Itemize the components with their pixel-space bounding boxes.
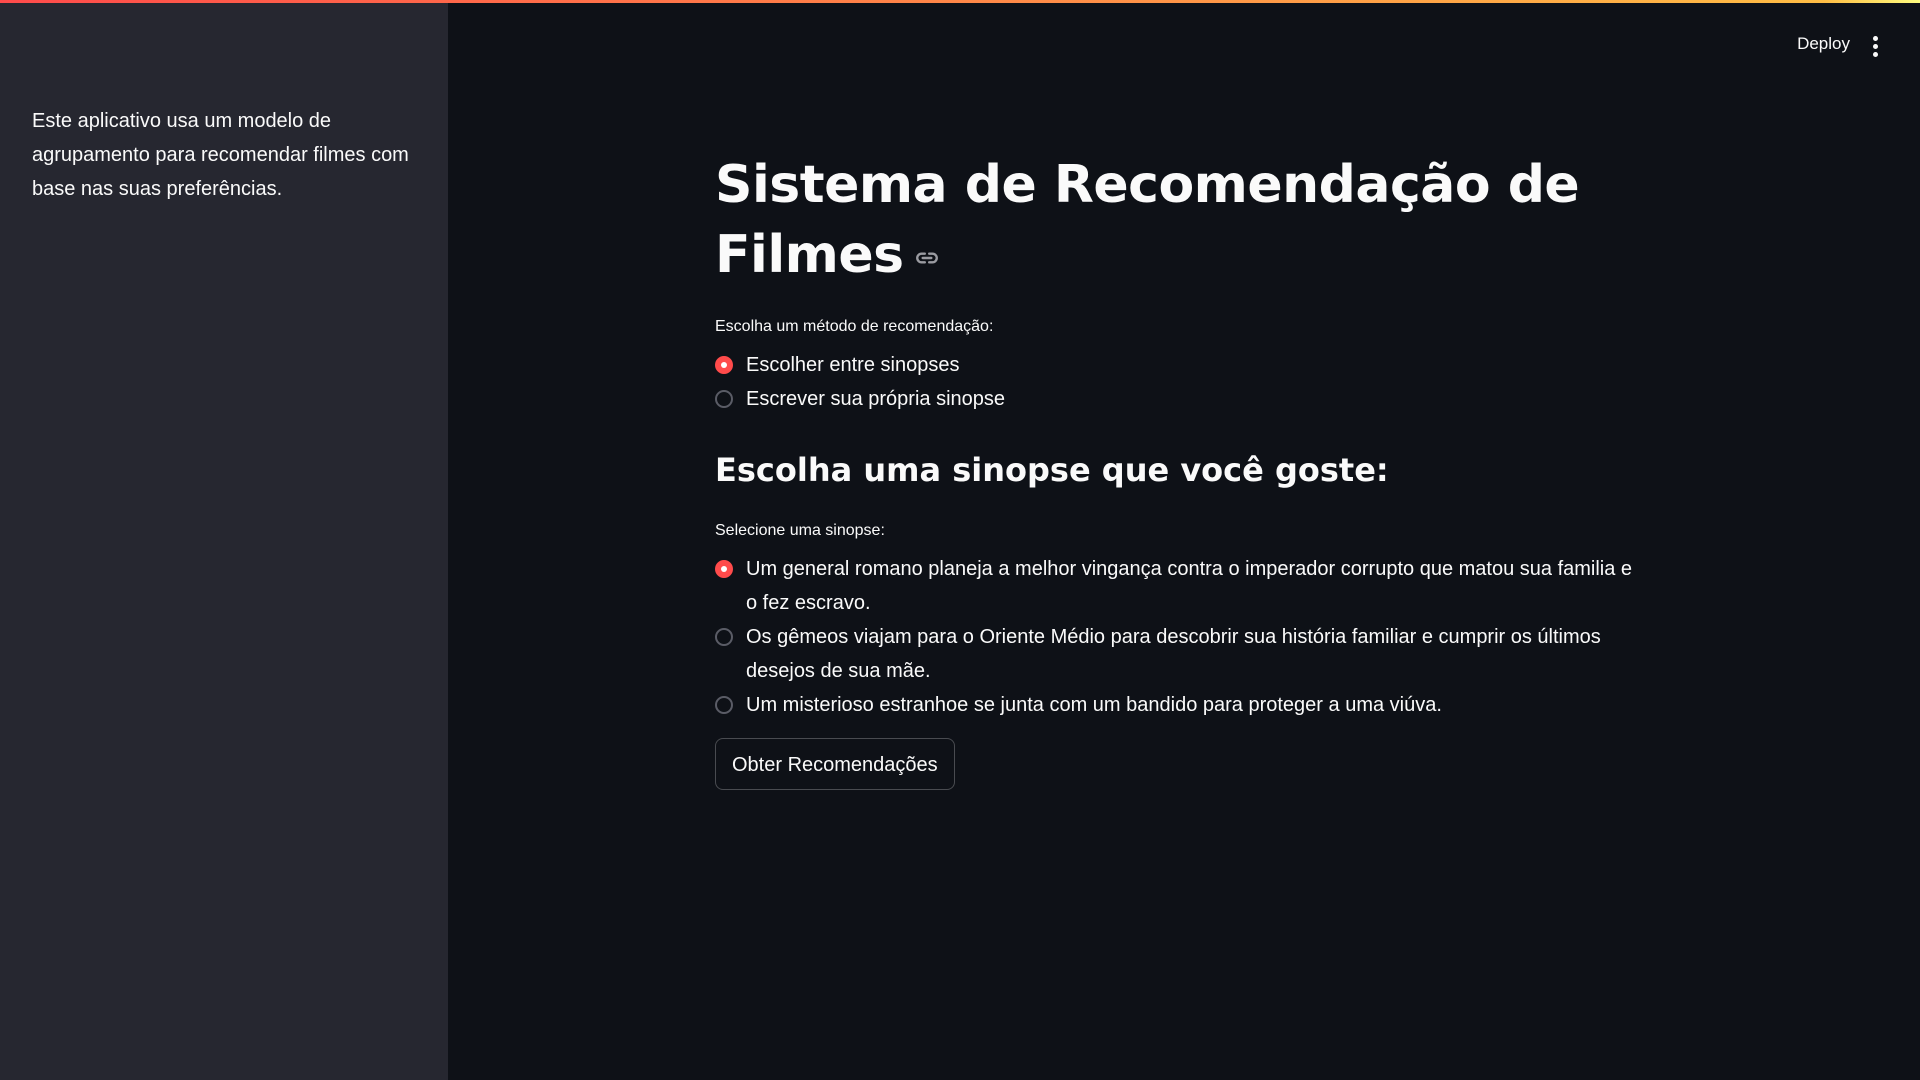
method-option-escrever[interactable]: Escrever sua própria sinopse [715,382,1635,416]
method-option-escolher[interactable]: Escolher entre sinopses [715,348,1635,382]
synopsis-option-label: Um misterioso estranhoe se junta com um … [746,694,1442,716]
method-radio-group: Escolher entre sinopses Escrever sua pró… [715,348,1635,416]
top-decoration-bar [0,0,1920,3]
radio-checked-icon [715,560,733,578]
vertical-ellipsis-icon [1870,36,1880,57]
radio-unchecked-icon [715,628,733,646]
synopsis-radio-label: Selecione uma sinopse: [715,522,885,539]
radio-unchecked-icon [715,696,733,714]
synopsis-radio-group: Um general romano planeja a melhor vinga… [715,552,1635,722]
method-radio-label: Escolha um método de recomendação: [715,318,994,335]
synopsis-option-label: Um general romano planeja a melhor vinga… [746,558,1633,614]
sidebar: Este aplicativo usa um modelo de agrupam… [0,0,448,1080]
synopsis-option-1[interactable]: Um general romano planeja a melhor vinga… [715,552,1635,620]
main-content: Sistema de Recomendação de Filmes Escolh… [715,150,1635,790]
page-title: Sistema de Recomendação de Filmes [715,150,1635,290]
synopsis-option-2[interactable]: Os gêmeos viajam para o Oriente Médio pa… [715,620,1635,688]
synopsis-option-label: Os gêmeos viajam para o Oriente Médio pa… [746,626,1601,682]
get-recommendations-button[interactable]: Obter Recomendações [715,738,955,790]
sidebar-description: Este aplicativo usa um modelo de agrupam… [32,110,409,200]
section-title: Escolha uma sinopse que você goste: [715,451,1389,489]
deploy-button[interactable]: Deploy [1797,34,1850,54]
page-title-text: Sistema de Recomendação de Filmes [715,155,1580,285]
method-option-label: Escolher entre sinopses [746,354,960,376]
synopsis-option-3[interactable]: Um misterioso estranhoe se junta com um … [715,688,1635,722]
method-option-label: Escrever sua própria sinopse [746,388,1006,410]
link-icon[interactable] [914,245,940,271]
radio-unchecked-icon [715,390,733,408]
radio-checked-icon [715,356,733,374]
main-menu-button[interactable] [1870,36,1880,58]
app-header: Deploy [448,0,1920,96]
